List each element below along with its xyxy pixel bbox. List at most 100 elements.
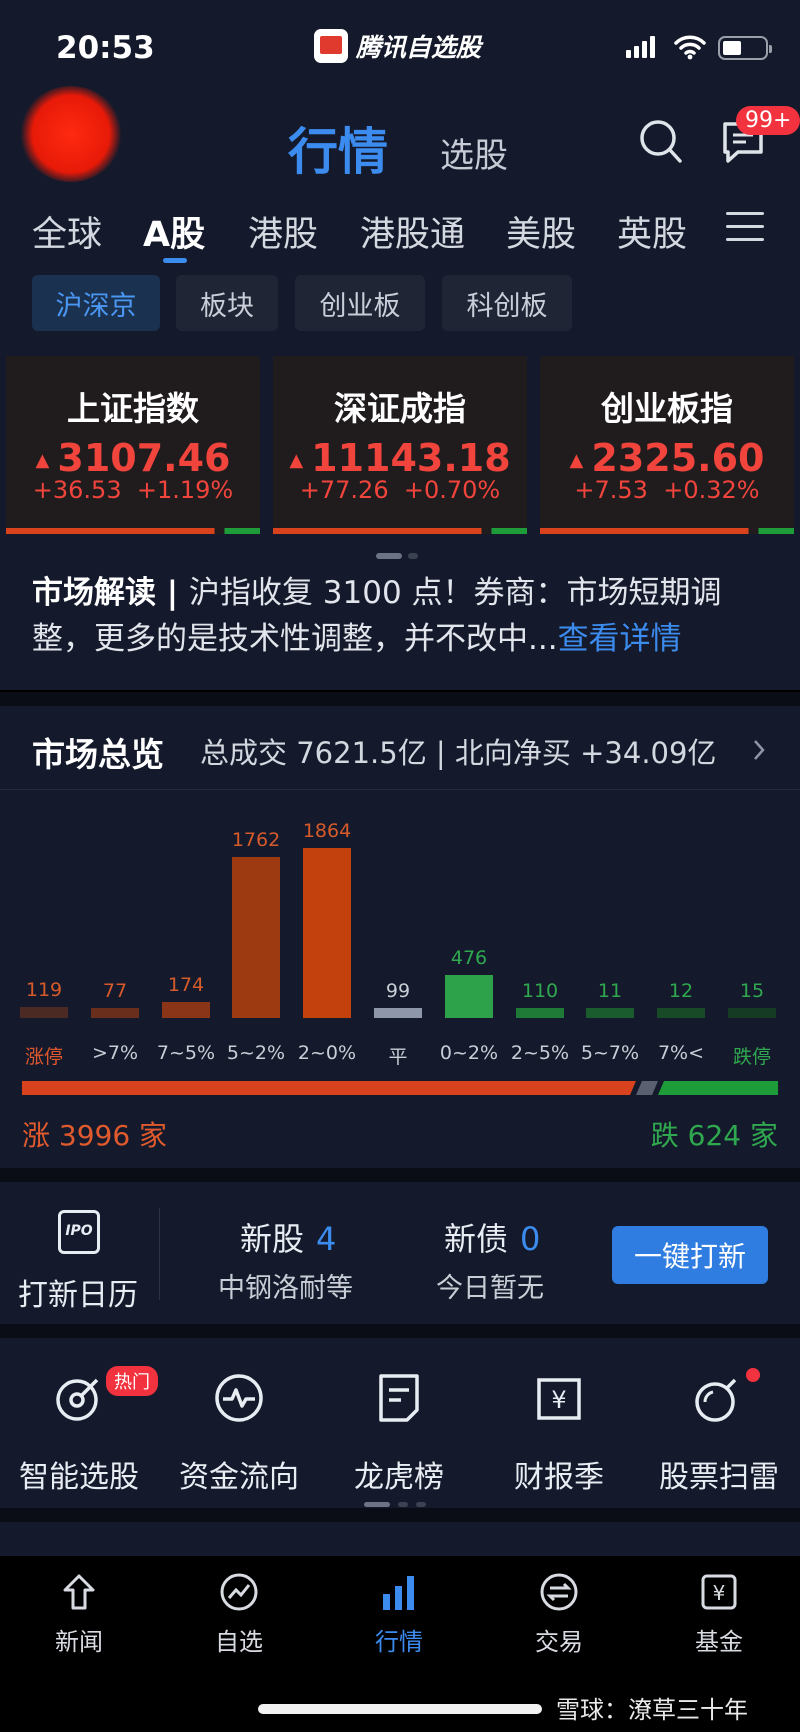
watermark: 雪球：潦草三十年 (556, 1696, 748, 1724)
report-yen-icon: ¥ (537, 1378, 581, 1420)
news-more-link[interactable]: 查看详情 (558, 621, 682, 657)
section-divider (0, 1508, 800, 1522)
section-divider (0, 1168, 800, 1182)
bottom-nav-fund[interactable]: ¥ 基金 (659, 1572, 779, 1657)
tab-market[interactable]: 行情 (288, 112, 388, 184)
one-click-ipo-button[interactable]: 一键打新 (612, 1226, 768, 1284)
chevron-right-icon[interactable] (752, 738, 766, 762)
index-value: ▲ 3107.46 (35, 436, 231, 480)
new-stock-sub: 中钢洛耐等 (218, 1273, 353, 1304)
status-time: 20:53 (56, 30, 155, 66)
home-indicator (258, 1704, 542, 1714)
hot-sector-panel (0, 1522, 800, 1556)
index-card-szse[interactable]: 深证成指 ▲ 11143.18 +77.26 +0.70% (273, 356, 527, 534)
bar-value-label: 99 (385, 980, 411, 1002)
menu-icon[interactable] (726, 212, 764, 251)
market-tab-global[interactable]: 全球 (32, 206, 102, 257)
index-page-indicator (376, 544, 424, 563)
ipo-divider (159, 1208, 160, 1300)
tool-earnings-season[interactable]: ¥ 财报季 (484, 1370, 634, 1496)
target-icon (56, 1378, 99, 1421)
bar-value-label: 15 (739, 980, 765, 1002)
ipo-calendar-icon[interactable]: IPO (58, 1210, 100, 1254)
bar-value-label: 174 (167, 974, 205, 996)
subtab-sector[interactable]: 板块 (176, 275, 278, 331)
bar-category-label: 涨停 (24, 1046, 63, 1068)
app-name: 腾讯自选股 (356, 33, 482, 62)
subtab-chinext[interactable]: 创业板 (295, 275, 425, 331)
tab-stock-picker[interactable]: 选股 (440, 128, 508, 177)
new-stock[interactable]: 新股 4 (240, 1214, 336, 1260)
market-tab-a-share[interactable]: A股 (143, 206, 205, 257)
up-down-ratio-bar (22, 1080, 778, 1095)
market-tab-uk[interactable]: 英股 (617, 206, 687, 257)
overview-info[interactable]: 总成交 7621.5亿 | 北向净买 +34.09亿 (200, 730, 716, 772)
overview-title: 市场总览 (32, 735, 164, 774)
notification-dot (746, 1368, 760, 1382)
market-tab-hk[interactable]: 港股 (248, 206, 318, 257)
tab-underline (163, 258, 187, 263)
bottom-nav-label: 新闻 (55, 1628, 103, 1656)
bar-category-label: 7~5% (156, 1042, 216, 1064)
bar-value-label: 1762 (231, 829, 281, 851)
index-card-chinext[interactable]: 创业板指 ▲ 2325.60 +7.53 +0.32% (540, 356, 794, 534)
section-divider (0, 692, 800, 706)
new-bond-label: 新债 (444, 1220, 509, 1258)
tool-stock-mine-sweep[interactable]: 股票扫雷 (644, 1370, 794, 1496)
bottom-nav-label: 自选 (215, 1628, 263, 1656)
index-breadth-bar (6, 528, 260, 534)
index-card-sse[interactable]: 上证指数 ▲ 3107.46 +36.53 +1.19% (6, 356, 260, 534)
subtab-star[interactable]: 科创板 (442, 275, 572, 331)
chart-bar (20, 1007, 68, 1018)
bar-value-label: 1864 (302, 820, 352, 842)
bottom-nav-trade[interactable]: 交易 (499, 1572, 619, 1657)
new-bond[interactable]: 新债 0 (444, 1214, 540, 1260)
document-icon (379, 1374, 419, 1422)
new-stock-label: 新股 (240, 1220, 305, 1258)
bar-category-label: 5~2% (226, 1042, 286, 1064)
bar-value-label: 119 (25, 979, 63, 1001)
subtab-sz-sh-bj[interactable]: 沪深京 (32, 275, 160, 331)
message-badge: 99+ (736, 106, 800, 135)
bottom-nav-label: 行情 (375, 1628, 423, 1656)
hot-badge: 热门 (106, 1366, 158, 1396)
bar-category-label: 7%< (657, 1042, 705, 1064)
index-change: +36.53 +1.19% (32, 476, 234, 504)
pulse-icon (215, 1374, 263, 1422)
market-tab-us[interactable]: 美股 (506, 206, 576, 257)
news-icon (63, 1574, 95, 1610)
news-tag: 市场解读 | (32, 575, 189, 611)
chart-bar (374, 1008, 422, 1018)
tool-capital-flow[interactable]: 资金流向 (164, 1370, 314, 1496)
bar-value-label: 11 (597, 980, 623, 1002)
tool-label: 智能选股 (19, 1460, 139, 1495)
index-change: +77.26 +0.70% (299, 476, 501, 504)
tool-label: 财报季 (514, 1460, 604, 1495)
down-count: 跌 624 家 (650, 1119, 778, 1152)
app-logo-icon (314, 29, 348, 63)
bar-value-label: 77 (102, 980, 128, 1002)
market-bars-icon (383, 1576, 414, 1610)
bottom-nav-watchlist[interactable]: 自选 (179, 1572, 299, 1657)
bottom-nav-news[interactable]: 新闻 (19, 1572, 139, 1657)
market-news[interactable]: 市场解读 | 沪指收复 3100 点！券商：市场短期调整，更多的是技术性调整，并… (32, 570, 772, 662)
bar-category-label: 2~0% (297, 1042, 357, 1064)
index-value: ▲ 2325.60 (569, 436, 765, 480)
avatar[interactable] (20, 86, 122, 182)
bar-category-label: 5~7% (580, 1042, 640, 1064)
wifi-icon (674, 35, 706, 60)
search-icon[interactable] (638, 118, 684, 166)
bomb-icon (695, 1378, 737, 1422)
index-breadth-bar (540, 528, 794, 534)
bottom-nav-market[interactable]: 行情 (339, 1572, 459, 1657)
up-arrow-icon: ▲ (569, 450, 584, 471)
svg-text:¥: ¥ (551, 1386, 566, 1414)
tool-dragon-tiger[interactable]: 龙虎榜 (324, 1370, 474, 1496)
chart-bar (516, 1008, 564, 1018)
market-tab-hk-connect[interactable]: 港股通 (360, 206, 465, 257)
bottom-nav-label: 基金 (695, 1628, 743, 1656)
ipo-calendar-label[interactable]: 打新日历 (18, 1270, 138, 1314)
bar-value-label: 110 (521, 980, 559, 1002)
bar-category-label: >7% (91, 1042, 139, 1064)
signal-icon (626, 36, 658, 58)
